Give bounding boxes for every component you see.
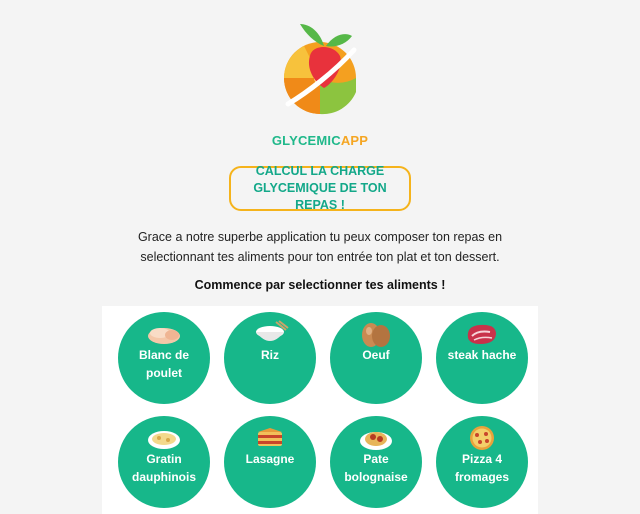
pasta-icon [360,432,392,450]
chicken-icon [148,328,180,344]
food-label: Blanc de poulet [138,348,189,380]
food-item-lasagne[interactable]: Lasagne [224,416,316,508]
cta-line-2: GLYCEMIQUE DE TON REPAS ! [253,181,387,212]
food-item-gratin-dauphinois[interactable]: Gratin dauphinois [118,416,210,508]
food-item-pate-bolognaise[interactable]: Pate bolognaise [330,416,422,508]
food-label: Pizza 4 fromages [454,452,510,484]
food-label: Riz [261,348,279,362]
food-label: steak hache [447,348,517,362]
eggs-icon [362,323,390,347]
intro-line-2: selectionnant tes aliments pour ton entr… [140,250,500,264]
brand-part-1: GLYCEMIC [271,133,341,148]
calculate-glycemic-load-button[interactable]: CALCUL LA CHARGE GLYCEMIQUE DE TON REPAS… [229,164,411,212]
cta-line-1: CALCUL LA CHARGE [255,164,385,178]
food-label: Lasagne [245,452,295,466]
food-selection-panel: Blanc de poulet Riz Oeuf steak hache Gra… [102,306,538,514]
intro-line-1: Grace a notre superbe application tu peu… [137,230,503,244]
lasagna-icon [258,428,282,446]
food-item-oeuf[interactable]: Oeuf [330,312,422,404]
food-item-blanc-de-poulet[interactable]: Blanc de poulet [118,312,210,404]
app-brand-name: GLYCEMICAPP [0,133,640,148]
food-item-pizza-4-fromages[interactable]: Pizza 4 fromages [436,416,528,508]
rice-bowl-icon [256,320,289,341]
select-prompt: Commence par selectionner tes aliments ! [194,278,446,292]
food-label: Gratin dauphinois [132,452,196,484]
food-label: Oeuf [362,348,390,362]
app-logo [284,24,357,115]
food-label: Pate bolognaise [344,452,408,484]
food-item-steak-hache[interactable]: steak hache [436,312,528,404]
brand-part-2: APP [340,133,369,148]
food-item-riz[interactable]: Riz [224,312,316,404]
intro-text: Grace a notre superbe application tu peu… [60,227,580,267]
pizza-icon [470,426,494,450]
steak-icon [467,324,496,344]
gratin-icon [148,431,180,449]
